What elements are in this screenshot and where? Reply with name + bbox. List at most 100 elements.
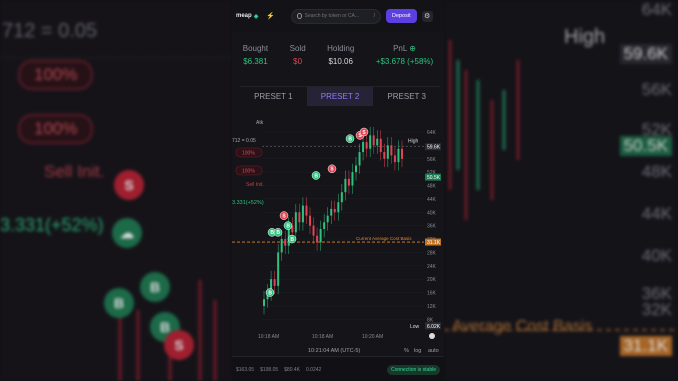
candle-body xyxy=(390,145,393,156)
search-icon xyxy=(297,13,302,19)
stat-pnl-label: PnL xyxy=(393,44,407,53)
stat-value: $10.06 xyxy=(328,57,353,66)
overlay-pnl: 3.331(+52%) xyxy=(232,200,264,206)
stat-value: $0 xyxy=(293,57,303,66)
bg-pct-pill-1: 100% xyxy=(18,60,94,90)
search-input[interactable] xyxy=(304,13,371,19)
avg-cost-label: Current Average Cost Basis xyxy=(356,236,412,241)
bg-coin-sell: S xyxy=(114,170,144,200)
scale-control-auto: auto xyxy=(428,348,439,354)
candle-body xyxy=(344,178,347,193)
current-price-value: 50.5K xyxy=(427,175,441,181)
overlay-pct-2: 100% xyxy=(242,169,255,175)
bg-sell-init: Sell Init. xyxy=(44,162,105,181)
overlay-sell-init: Sell Init. xyxy=(246,182,264,188)
chart-svg: 64K60K56K52K48K44K40K36K32K28K24K20K16K1… xyxy=(232,120,441,354)
tab-preset-2[interactable]: PRESET 2 xyxy=(306,87,374,106)
candle-body xyxy=(355,165,357,173)
y-tick-label: 40K xyxy=(427,210,437,216)
bg-avg-basis: Average Cost Basis xyxy=(452,318,593,335)
tab-preset-3[interactable]: PRESET 3 xyxy=(373,87,440,106)
bg-coin-buy: ☁ xyxy=(112,218,142,248)
candle-body xyxy=(401,148,403,159)
bg-pct-pill-2: 100% xyxy=(18,114,94,144)
search-shortcut: / xyxy=(373,13,376,19)
buy-marker-label: B xyxy=(348,136,352,142)
buy-marker-label: B xyxy=(286,223,290,229)
top-bar: meap ◈ ⚡ / Deposit ⚙ xyxy=(232,0,444,32)
candle-body xyxy=(326,215,329,223)
y-tick-label: 20K xyxy=(427,277,437,283)
shield-icon: ◈ xyxy=(253,13,259,20)
bg-axis-2: 56K xyxy=(641,80,672,99)
buy-marker-label: B xyxy=(276,230,280,236)
candle-body xyxy=(369,135,372,149)
candle-body xyxy=(376,138,379,146)
candle-body xyxy=(263,299,265,306)
candle-body xyxy=(397,148,400,163)
brand[interactable]: meap ◈ xyxy=(236,13,258,20)
bg-axis-4: 50.5K xyxy=(619,136,672,156)
candle-body xyxy=(365,142,368,149)
bottom-status-bar: $163.05 $198.05 $80.4K 0.0242 Connection… xyxy=(232,356,444,381)
candle-body xyxy=(277,252,280,286)
y-tick-label: 12K xyxy=(427,304,437,310)
candle-body xyxy=(323,222,326,229)
avg-cost-value: 31.1K xyxy=(427,240,441,246)
stat-pnl: PnL ⊕ +$3.678 (+58%) xyxy=(376,44,433,66)
candle-body xyxy=(383,152,386,159)
bg-axis-9: 32K xyxy=(641,300,672,319)
bg-price-row: 712 = 0.05 xyxy=(2,20,98,42)
low-value: 6.02K xyxy=(427,324,441,330)
candle-body xyxy=(393,155,396,163)
time-readout: 10:21:04 AM (UTC-5) xyxy=(308,348,360,354)
scale-control-pct: % xyxy=(404,348,409,354)
candle-body xyxy=(358,152,361,166)
candle-body xyxy=(347,178,350,186)
candle-body xyxy=(340,192,343,203)
candle-body xyxy=(386,145,389,159)
candle-body xyxy=(312,225,315,236)
bg-axis-10: 31.1K xyxy=(619,336,672,356)
blurred-right-background: High 64K 59.6K 56K 52K 50.5K 48K 44K 40K… xyxy=(444,0,678,381)
high-value: 59.6K xyxy=(427,145,441,151)
y-tick-label: 28K xyxy=(427,250,437,256)
candle-body xyxy=(319,229,322,243)
stat-sold: Sold $0 xyxy=(290,44,306,66)
price-chart[interactable]: 64K60K56K52K48K44K40K36K32K28K24K20K16K1… xyxy=(232,106,444,356)
x-tick-label: 10:20 AM xyxy=(362,334,383,340)
blurred-left-background: 712 = 0.05 100% 100% Sell Init. 3.331(+5… xyxy=(0,0,232,381)
tab-preset-1[interactable]: PRESET 1 xyxy=(240,87,307,106)
scale-control-log: log xyxy=(414,348,421,354)
candle-body xyxy=(372,135,375,146)
stat-label: Bought xyxy=(242,44,269,53)
y-tick-label: 44K xyxy=(427,197,437,203)
bg-coin-s2: S xyxy=(164,330,194,360)
candle-body xyxy=(284,239,287,246)
candle-body xyxy=(273,279,276,286)
candle-body xyxy=(316,235,319,243)
settings-icon[interactable]: ⚙ xyxy=(421,10,433,22)
lightning-icon[interactable]: ⚡ xyxy=(266,12,275,20)
scroll-dot xyxy=(429,333,435,339)
stat-label: PnL ⊕ xyxy=(376,44,433,53)
buy-marker-label: B xyxy=(314,173,318,179)
buy-marker-label: B xyxy=(268,290,272,296)
deposit-button[interactable]: Deposit xyxy=(386,9,417,23)
bb-item-3: 0.0242 xyxy=(306,367,322,373)
y-tick-label: 16K xyxy=(427,291,437,297)
candle-body xyxy=(330,208,333,216)
stat-bought: Bought $6.381 xyxy=(243,44,268,66)
bg-coin-b: B xyxy=(140,272,170,302)
y-tick-label: 64K xyxy=(427,130,437,136)
candle-body xyxy=(294,212,297,233)
low-label: Low xyxy=(410,324,420,330)
share-icon[interactable]: ⊕ xyxy=(409,44,416,53)
y-tick-label: 24K xyxy=(427,264,437,270)
bb-item-0: $163.05 xyxy=(236,367,255,373)
candle-body xyxy=(280,239,283,253)
bg-coin-b2: B xyxy=(104,288,134,318)
stat-holding: Holding $10.06 xyxy=(327,44,354,66)
search-bar[interactable]: / xyxy=(291,8,382,24)
bg-axis-0: 64K xyxy=(641,0,672,19)
